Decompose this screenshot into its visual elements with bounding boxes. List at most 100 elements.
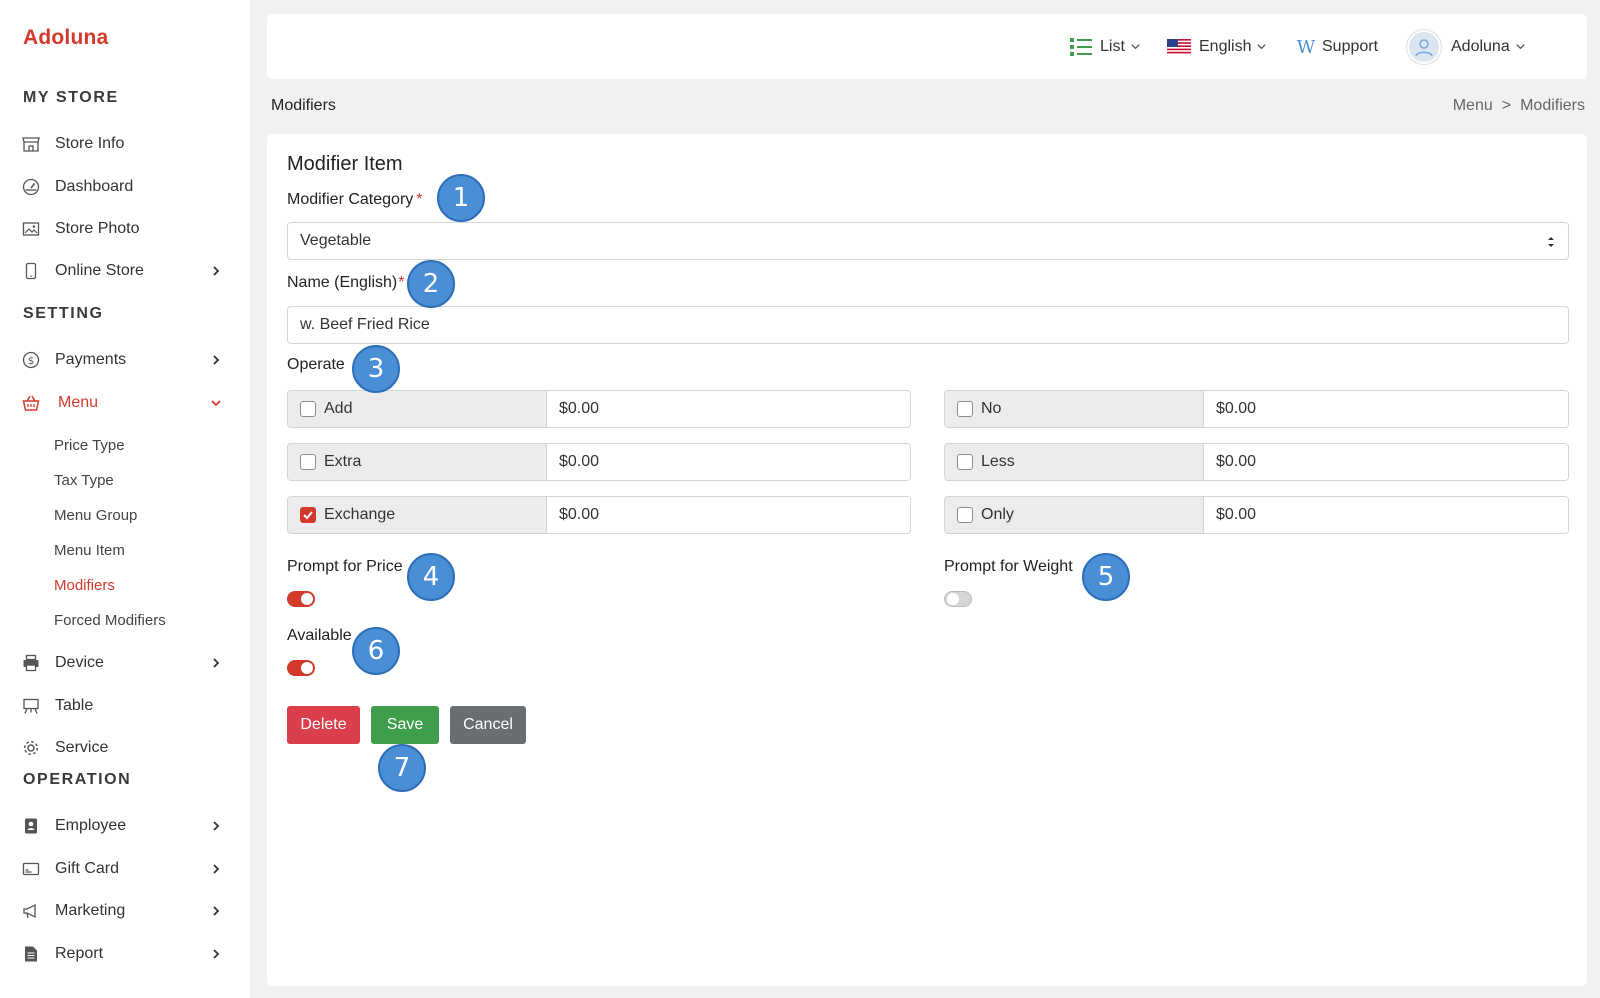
chevron-right-icon xyxy=(213,906,220,916)
breadcrumb-current: Modifiers xyxy=(1520,97,1585,114)
chevron-right-icon xyxy=(213,658,220,668)
sidebar-item-store-photo[interactable]: Store Photo xyxy=(0,209,250,249)
mobile-phone-icon xyxy=(22,262,40,280)
name-english-input[interactable]: w. Beef Fried Rice xyxy=(287,306,1569,344)
toggle-knob xyxy=(947,593,959,605)
gear-icon xyxy=(22,739,40,757)
operate-row-no: No $0.00 xyxy=(944,390,1569,428)
only-price-input[interactable]: $0.00 xyxy=(1204,497,1568,533)
add-price-input[interactable]: $0.00 xyxy=(547,391,910,427)
operate-add-option[interactable]: Add xyxy=(288,391,547,427)
less-price-input[interactable]: $0.00 xyxy=(1204,444,1568,480)
sidebar-item-label: Device xyxy=(55,654,104,671)
dollar-coin-icon: $ xyxy=(22,351,40,369)
no-price-input[interactable]: $0.00 xyxy=(1204,391,1568,427)
operate-only-option[interactable]: Only xyxy=(945,497,1204,533)
sidebar-subitem-modifiers[interactable]: Modifiers xyxy=(54,577,115,594)
no-checkbox[interactable] xyxy=(957,401,973,417)
callout-badge-4: 4 xyxy=(407,553,455,601)
card-icon xyxy=(22,860,40,878)
exchange-price-input[interactable]: $0.00 xyxy=(547,497,910,533)
only-checkbox[interactable] xyxy=(957,507,973,523)
sidebar-subitem-tax-type[interactable]: Tax Type xyxy=(54,472,114,489)
extra-price-input[interactable]: $0.00 xyxy=(547,444,910,480)
operate-row-only: Only $0.00 xyxy=(944,496,1569,534)
svg-text:W: W xyxy=(1297,38,1316,56)
prompt-for-weight-label: Prompt for Weight xyxy=(944,558,1073,575)
wordpress-w-icon: W xyxy=(1297,38,1316,56)
operate-less-option[interactable]: Less xyxy=(945,444,1204,480)
sidebar-item-employee[interactable]: Employee xyxy=(0,806,250,846)
delete-button[interactable]: Delete xyxy=(287,706,360,744)
section-heading-my-store: MY STORE xyxy=(23,89,119,106)
photo-icon xyxy=(22,220,40,238)
support-label: Support xyxy=(1322,37,1379,55)
callout-badge-7: 7 xyxy=(378,744,426,792)
breadcrumb-menu-link[interactable]: Menu xyxy=(1453,97,1493,115)
available-label: Available xyxy=(287,627,352,644)
chevron-right-icon xyxy=(213,864,220,874)
breadcrumb: Menu > Modifiers xyxy=(1453,97,1585,115)
modifier-category-value: Vegetable xyxy=(300,232,372,249)
sidebar-item-gift-card[interactable]: Gift Card xyxy=(0,849,250,889)
operate-row-add: Add $0.00 xyxy=(287,390,911,428)
megaphone-icon xyxy=(22,902,40,920)
sidebar-item-menu[interactable]: Menu xyxy=(0,383,250,423)
top-bar: List English W Support Adoluna xyxy=(267,14,1587,79)
support-link[interactable]: W Support xyxy=(1295,14,1378,79)
exchange-checkbox[interactable] xyxy=(300,507,316,523)
sidebar-subitem-price-type[interactable]: Price Type xyxy=(54,437,125,454)
sidebar-item-device[interactable]: Device xyxy=(0,643,250,683)
sidebar-item-online-store[interactable]: Online Store xyxy=(0,251,250,291)
chevron-down-icon xyxy=(1131,44,1140,50)
sidebar-item-label: Store Info xyxy=(55,135,125,152)
callout-badge-2: 2 xyxy=(407,260,455,308)
sidebar-subitem-menu-group[interactable]: Menu Group xyxy=(54,507,137,524)
brand-logo[interactable]: Adoluna xyxy=(23,26,108,50)
operate-no-option[interactable]: No xyxy=(945,391,1204,427)
callout-badge-6: 6 xyxy=(352,627,400,675)
prompt-for-weight-toggle[interactable] xyxy=(944,591,972,607)
checkmark-icon xyxy=(303,511,313,520)
user-menu-dropdown[interactable]: Adoluna xyxy=(1407,14,1526,79)
sidebar-subitem-menu-item[interactable]: Menu Item xyxy=(54,542,125,559)
sidebar-item-store-info[interactable]: Store Info xyxy=(0,124,250,164)
prompt-for-price-toggle[interactable] xyxy=(287,591,315,607)
language-dropdown[interactable]: English xyxy=(1167,14,1267,79)
sidebar-item-table[interactable]: Table xyxy=(0,686,250,726)
cancel-button[interactable]: Cancel xyxy=(450,706,526,744)
sidebar-item-label: Online Store xyxy=(55,262,144,279)
save-button[interactable]: Save xyxy=(371,706,439,744)
name-english-label: Name (English)* xyxy=(287,274,405,291)
sidebar-item-label: Dashboard xyxy=(55,178,134,195)
printer-icon xyxy=(22,654,40,672)
list-label: List xyxy=(1100,37,1125,55)
sidebar-item-report[interactable]: Report xyxy=(0,934,250,974)
add-checkbox[interactable] xyxy=(300,401,316,417)
list-icon xyxy=(1070,37,1092,56)
less-checkbox[interactable] xyxy=(957,454,973,470)
sidebar-item-marketing[interactable]: Marketing xyxy=(0,891,250,931)
page-title: Modifiers xyxy=(271,97,336,114)
sidebar-item-dashboard[interactable]: Dashboard xyxy=(0,167,250,207)
chevron-right-icon xyxy=(213,949,220,959)
sidebar-item-label: Marketing xyxy=(55,902,126,919)
operate-exchange-option[interactable]: Exchange xyxy=(288,497,547,533)
available-toggle[interactable] xyxy=(287,660,315,676)
sidebar-item-service[interactable]: Service xyxy=(0,728,250,768)
toggle-knob xyxy=(301,593,313,605)
language-label: English xyxy=(1199,37,1252,55)
callout-badge-5: 5 xyxy=(1082,553,1130,601)
dashboard-gauge-icon xyxy=(22,178,40,196)
sidebar-subitem-forced-modifiers[interactable]: Forced Modifiers xyxy=(54,612,166,629)
list-view-dropdown[interactable]: List xyxy=(1070,14,1141,79)
operate-label: Operate xyxy=(287,356,345,373)
no-label: No xyxy=(981,400,1002,417)
sidebar-item-label: Table xyxy=(55,697,94,714)
modifier-category-select[interactable]: Vegetable xyxy=(287,222,1569,260)
operate-row-less: Less $0.00 xyxy=(944,443,1569,481)
operate-extra-option[interactable]: Extra xyxy=(288,444,547,480)
callout-badge-3: 3 xyxy=(352,345,400,393)
extra-checkbox[interactable] xyxy=(300,454,316,470)
sidebar-item-payments[interactable]: $ Payments xyxy=(0,340,250,380)
